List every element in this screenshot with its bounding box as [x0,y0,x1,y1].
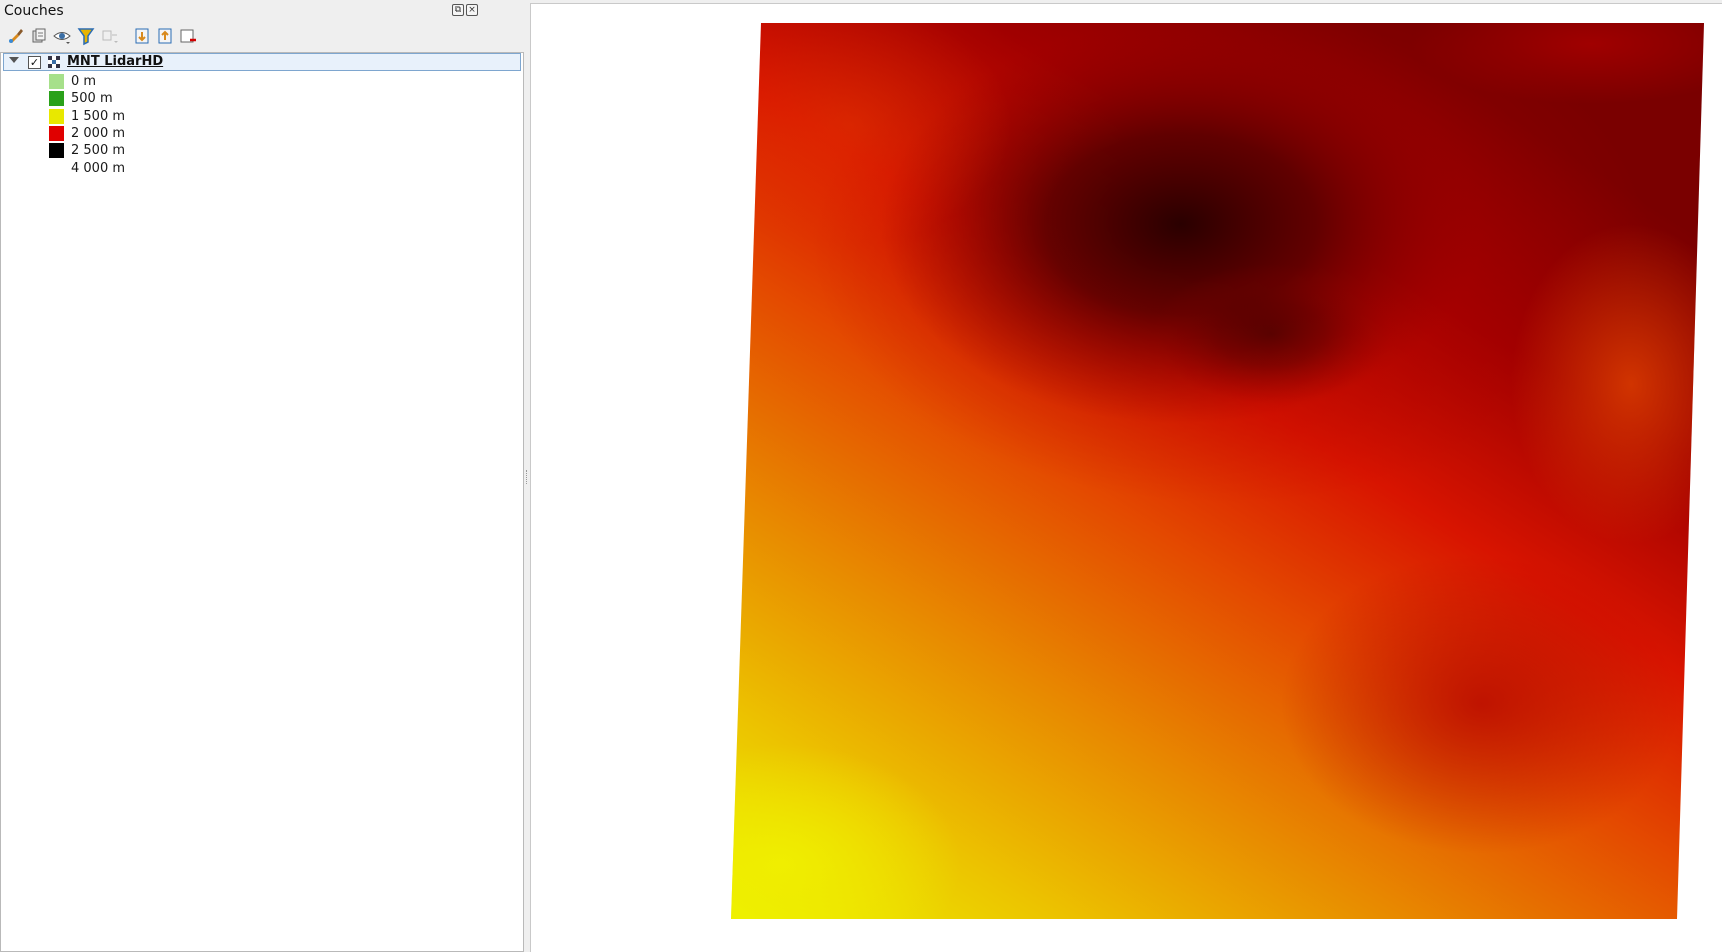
legend-label: 2 000 m [71,126,126,141]
layer-name[interactable]: MNT LidarHD [67,54,163,70]
legend-swatch [49,143,64,158]
close-panel-button[interactable]: × [466,4,478,16]
legend-label: 1 500 m [71,109,126,124]
legend-swatch [49,161,64,176]
legend-label: 0 m [71,74,97,89]
legend-swatch [49,91,64,106]
expression-filter-icon[interactable] [100,26,120,46]
add-group-icon[interactable] [29,26,49,46]
legend-label: 500 m [71,91,113,106]
filter-legend-icon[interactable] [76,26,96,46]
splitter-grip-icon [526,470,529,484]
legend-label: 2 500 m [71,143,126,158]
elevation-raster [731,23,1704,919]
legend-swatch [49,126,64,141]
raster-layer-icon [48,56,60,68]
legend-swatch [49,74,64,89]
collapse-all-icon[interactable] [155,26,175,46]
layer-visibility-checkbox[interactable]: ✓ [28,56,41,69]
map-canvas[interactable] [530,3,1722,952]
float-panel-button[interactable]: ⧉ [452,4,464,16]
chevron-down-icon[interactable] [9,57,19,63]
layer-row-mnt-lidarhd[interactable]: ✓ MNT LidarHD [3,53,521,71]
legend-label: 4 000 m [71,161,126,176]
visibility-eye-icon[interactable] [52,26,72,46]
layer-tree: ✓ MNT LidarHD 0 m 500 m 1 500 m 2 000 m [0,52,524,952]
layers-toolbar [6,26,216,48]
style-brush-icon[interactable] [6,26,26,46]
expand-all-icon[interactable] [132,26,152,46]
panel-title: Couches [4,3,64,19]
legend-swatch [49,109,64,124]
layers-panel: Couches ⧉ × ✓ MNT LidarHD 0 m 500 m 1 50… [0,0,530,952]
remove-layer-icon[interactable] [178,26,198,46]
